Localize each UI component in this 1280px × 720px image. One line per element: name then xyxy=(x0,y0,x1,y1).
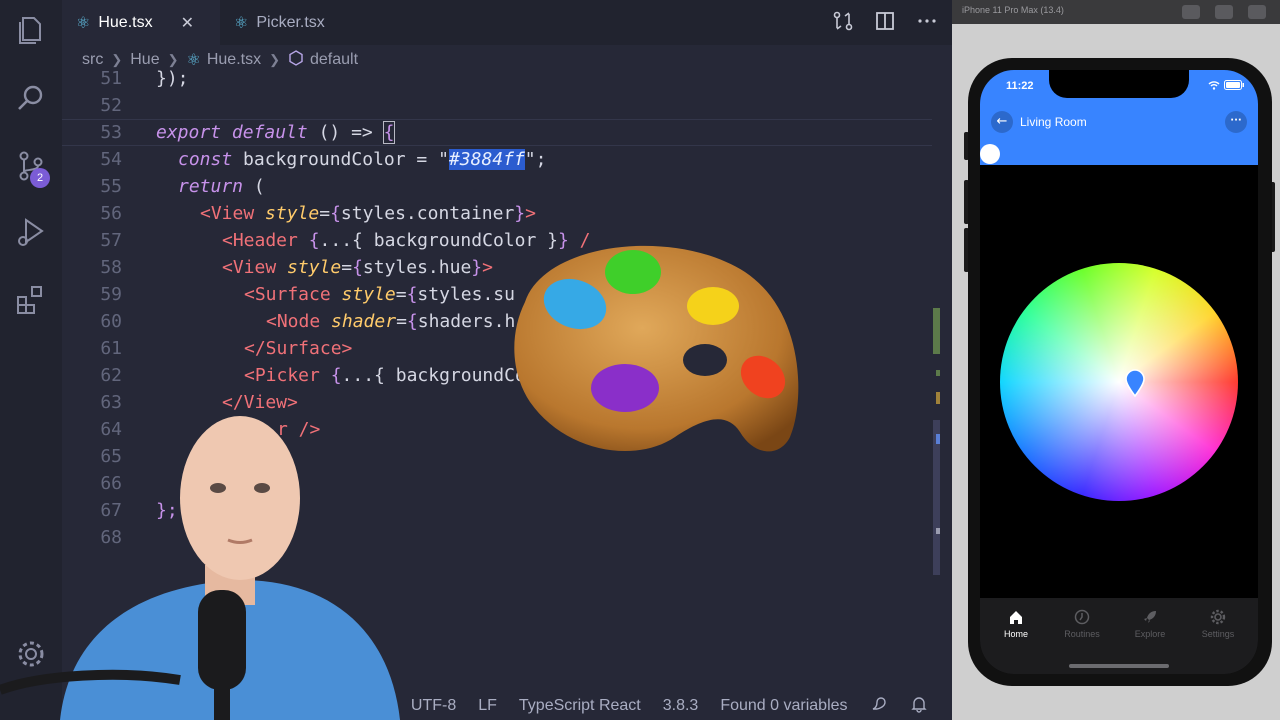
color-picker-marker-icon[interactable] xyxy=(1125,369,1145,397)
rocket-icon xyxy=(1144,611,1156,623)
app-header: 11:22 ← Living Room ··· xyxy=(980,70,1258,165)
bottom-tab-bar: Home Routines Explore Settings xyxy=(980,598,1258,674)
extensions-icon[interactable] xyxy=(13,282,49,318)
ios-simulator: iPhone 11 Pro Max (13.4) 11:22 ← Living … xyxy=(952,0,1280,720)
tab-label: Home xyxy=(1003,629,1028,639)
battery-icon xyxy=(1224,80,1244,90)
tab-settings[interactable]: Settings xyxy=(1184,608,1252,639)
status-time: 11:22 xyxy=(1006,80,1034,92)
tab-label: Hue.tsx xyxy=(98,13,153,31)
tab-label: Settings xyxy=(1201,629,1235,639)
tab-picker-tsx[interactable]: ⚛ Picker.tsx xyxy=(220,0,370,45)
status-icons xyxy=(1208,80,1244,90)
split-editor-icon[interactable] xyxy=(874,10,896,36)
home-icon xyxy=(1010,611,1022,624)
react-icon: ⚛ xyxy=(76,14,91,32)
status-bar: 2 UTF-8 LF TypeScript React 3.8.3 Found … xyxy=(380,692,928,720)
phone-screen: 11:22 ← Living Room ··· Home Routines Ex… xyxy=(980,70,1258,674)
more-actions-icon[interactable] xyxy=(916,10,938,36)
tab-routines[interactable]: Routines xyxy=(1048,608,1116,639)
status-ts-version[interactable]: 3.8.3 xyxy=(663,697,699,715)
back-arrow-icon[interactable]: ← xyxy=(991,111,1013,133)
run-debug-icon[interactable] xyxy=(13,214,49,250)
simulator-toolbar: iPhone 11 Pro Max (13.4) xyxy=(952,0,1280,24)
scrollbar-markers[interactable] xyxy=(933,90,940,575)
close-icon[interactable]: ✕ xyxy=(181,13,194,33)
feedback-icon[interactable] xyxy=(870,695,888,718)
notifications-bell-icon[interactable] xyxy=(910,695,928,718)
code-editor: 2 ⚛ Hue.tsx ✕ ⚛ Picker.tsx src ❯ Hue ❯ ⚛… xyxy=(0,0,952,720)
compare-changes-icon[interactable] xyxy=(832,10,854,36)
tab-explore[interactable]: Explore xyxy=(1116,608,1184,639)
editor-actions xyxy=(832,0,938,45)
rotate-icon[interactable] xyxy=(1248,5,1266,19)
color-wheel[interactable] xyxy=(1000,263,1238,501)
status-variables[interactable]: Found 0 variables xyxy=(720,697,847,715)
status-eol[interactable]: LF xyxy=(478,697,497,715)
tab-label: Explore xyxy=(1134,629,1166,639)
react-icon: ⚛ xyxy=(234,14,249,32)
scm-badge: 2 xyxy=(30,168,50,188)
selected-color-value: #3884ff xyxy=(448,149,525,170)
search-icon[interactable] xyxy=(13,80,49,116)
explorer-icon[interactable] xyxy=(13,12,49,48)
clock-icon xyxy=(1074,609,1090,625)
home-button-icon[interactable] xyxy=(1215,5,1233,19)
simulator-title: iPhone 11 Pro Max (13.4) xyxy=(962,5,1064,15)
screenshot-icon[interactable] xyxy=(1182,5,1200,19)
paint-palette-image xyxy=(514,245,799,452)
tab-hue-tsx[interactable]: ⚛ Hue.tsx ✕ xyxy=(62,0,220,45)
tab-home[interactable]: Home xyxy=(982,608,1050,639)
more-ellipsis-icon[interactable]: ··· xyxy=(1225,111,1247,133)
wifi-icon xyxy=(1208,81,1220,90)
screen-title: Living Room xyxy=(1020,115,1087,129)
notch xyxy=(1049,70,1189,98)
tab-label: Routines xyxy=(1064,629,1100,639)
status-encoding[interactable]: UTF-8 xyxy=(411,697,456,715)
tab-label: Picker.tsx xyxy=(256,13,325,31)
presenter-webcam xyxy=(0,416,400,720)
home-indicator xyxy=(1069,664,1169,668)
status-language[interactable]: TypeScript React xyxy=(519,697,641,715)
editor-tabbar: ⚛ Hue.tsx ✕ ⚛ Picker.tsx xyxy=(62,0,952,45)
hue-slider-thumb[interactable] xyxy=(980,144,1000,164)
gear-icon xyxy=(1210,609,1226,625)
